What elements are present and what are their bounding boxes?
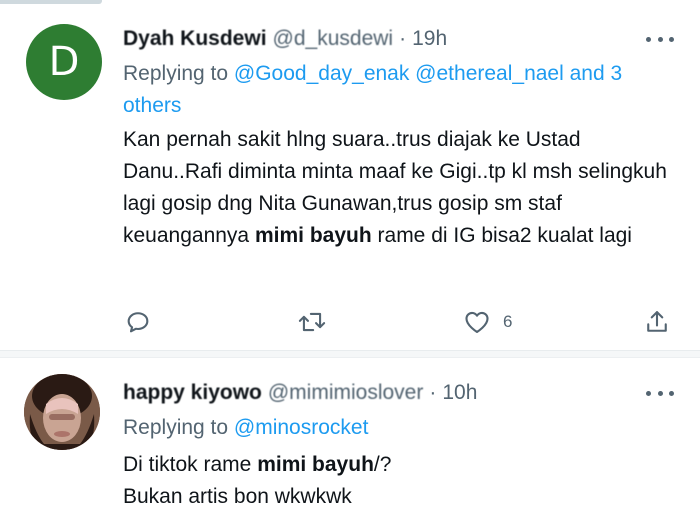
tweet-header: happy kiyowo @mimimioslover · 10h (123, 380, 477, 406)
share-button[interactable] (643, 308, 671, 336)
replying-to: Replying to @Good_day_enak @ethereal_nae… (123, 58, 663, 122)
tweet-text: Di tiktok rame mimi bayuh/? Bukan artis … (123, 449, 668, 513)
tweet-text-bold: mimi bayuh (257, 453, 374, 476)
tweet-text-line: Di tiktok rame mimi bayuh/? (123, 449, 668, 481)
timestamp[interactable]: 19h (412, 27, 447, 50)
tweet-text-line: Bukan artis bon wkwkwk (123, 485, 352, 508)
replying-prefix: Replying to (123, 62, 229, 85)
display-name[interactable]: Dyah Kusdewi (123, 27, 267, 50)
separator-dot: · (429, 381, 437, 404)
avatar[interactable]: D (26, 24, 102, 100)
tweet-text-part: /? (373, 453, 392, 476)
reply-button[interactable] (124, 308, 152, 336)
avatar[interactable] (24, 374, 100, 450)
tweet-header: Dyah Kusdewi @d_kusdewi · 19h (123, 26, 447, 52)
share-icon (647, 311, 667, 332)
reply-mentions[interactable]: @minosrocket (234, 416, 369, 439)
tweet-text-part: Di tiktok rame (123, 453, 252, 476)
tweet-divider (0, 350, 700, 358)
avatar-letter: D (48, 39, 80, 85)
user-handle[interactable]: @d_kusdewi (273, 27, 394, 50)
tweet-text: Kan pernah sakit hlng suara..trus diajak… (123, 124, 668, 252)
replying-prefix: Replying to (123, 416, 229, 439)
tweet[interactable]: happy kiyowo @mimimioslover · 10h Replying … (0, 358, 700, 525)
reply-mentions[interactable]: @Good_day_enak @ethereal_nael (234, 62, 564, 85)
more-icon[interactable] (646, 33, 674, 45)
user-handle[interactable]: @mimimioslover (268, 381, 424, 404)
more-icon[interactable] (646, 387, 674, 399)
like-button[interactable]: 6 (463, 308, 512, 336)
reply-icon (127, 312, 149, 333)
retweet-icon (298, 312, 326, 332)
replying-to: Replying to @minosrocket (123, 412, 663, 444)
avatar-photo (24, 374, 100, 450)
separator-dot: · (399, 27, 407, 50)
display-name[interactable]: happy kiyowo (123, 381, 262, 404)
tweet-text-bold: mimi bayuh (254, 224, 372, 247)
tweet-text-part: rame di IG bisa2 kualat lagi (377, 224, 632, 247)
tweet[interactable]: D Dyah Kusdewi @d_kusdewi · 19h Replying to… (0, 0, 700, 350)
like-icon (465, 311, 489, 333)
retweet-button[interactable] (297, 308, 327, 336)
reply-and: and (569, 62, 605, 85)
like-count: 6 (503, 312, 513, 331)
timestamp[interactable]: 10h (442, 381, 477, 404)
